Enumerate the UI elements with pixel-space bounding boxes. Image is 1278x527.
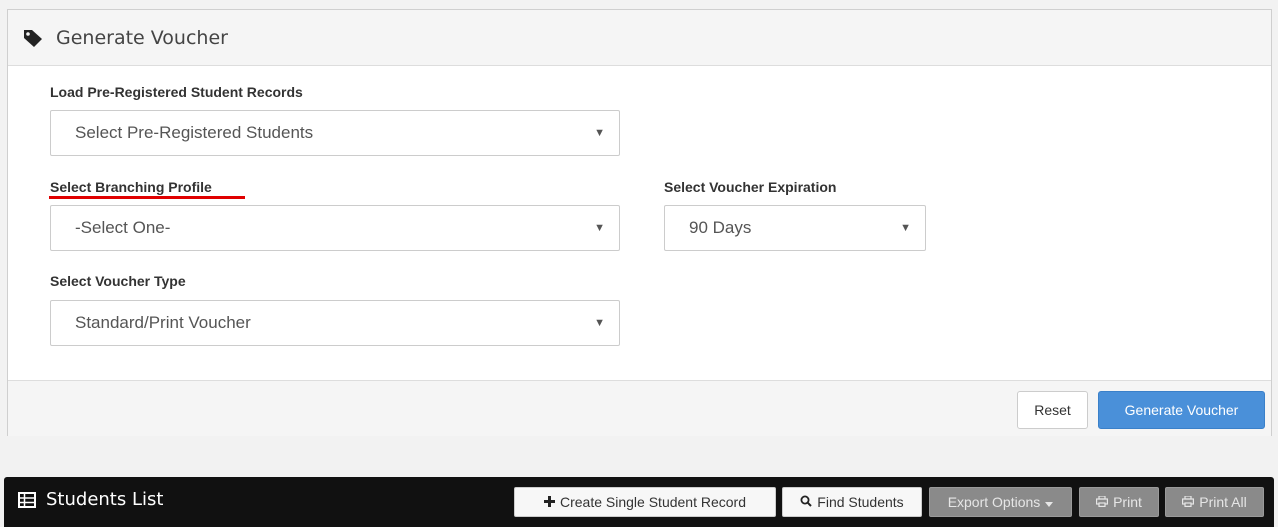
voucher-type-select[interactable]: Standard/Print Voucher ▼ <box>50 300 620 346</box>
panel-heading: Generate Voucher <box>8 10 1271 66</box>
create-student-button[interactable]: Create Single Student Record <box>514 487 776 517</box>
highlight-underline <box>49 196 245 199</box>
pre-registered-select[interactable]: Select Pre-Registered Students ▼ <box>50 110 620 156</box>
chevron-down-icon: ▼ <box>594 222 605 234</box>
panel-title: Generate Voucher <box>56 26 228 49</box>
print-label: Print <box>1113 494 1142 510</box>
voucher-type-value: Standard/Print Voucher <box>75 313 251 332</box>
pre-registered-label: Load Pre-Registered Student Records <box>50 84 303 100</box>
generate-voucher-button[interactable]: Generate Voucher <box>1098 391 1265 429</box>
plus-icon <box>544 494 555 510</box>
print-icon <box>1096 494 1109 510</box>
branching-profile-select[interactable]: -Select One- ▼ <box>50 205 620 251</box>
voucher-expiration-label: Select Voucher Expiration <box>664 179 837 195</box>
generate-voucher-panel: Generate Voucher Load Pre-Registered Stu… <box>7 9 1272 436</box>
table-icon <box>18 491 36 508</box>
print-icon <box>1182 494 1195 510</box>
export-options-label: Export Options <box>947 494 1041 510</box>
print-all-label: Print All <box>1199 494 1247 510</box>
students-list-heading: Students List <box>18 489 163 510</box>
print-all-button[interactable]: Print All <box>1165 487 1264 517</box>
chevron-down-icon: ▼ <box>594 317 605 329</box>
print-button[interactable]: Print <box>1079 487 1159 517</box>
pre-registered-value: Select Pre-Registered Students <box>75 123 314 142</box>
voucher-expiration-select[interactable]: 90 Days ▼ <box>664 205 926 251</box>
branching-profile-label: Select Branching Profile <box>50 179 212 195</box>
voucher-expiration-value: 90 Days <box>689 218 752 237</box>
search-icon <box>800 494 813 510</box>
branching-profile-value: -Select One- <box>75 218 171 237</box>
reset-button[interactable]: Reset <box>1017 391 1088 429</box>
find-students-label: Find Students <box>817 494 904 510</box>
create-student-label: Create Single Student Record <box>560 494 746 510</box>
export-options-button[interactable]: Export Options <box>929 487 1072 517</box>
tag-icon <box>22 27 44 49</box>
panel-footer: Reset Generate Voucher <box>8 380 1271 436</box>
students-list-title: Students List <box>46 489 164 510</box>
caret-down-icon <box>1045 494 1054 510</box>
chevron-down-icon: ▼ <box>900 222 911 234</box>
find-students-button[interactable]: Find Students <box>782 487 922 517</box>
chevron-down-icon: ▼ <box>594 127 605 139</box>
page: Generate Voucher Load Pre-Registered Stu… <box>0 0 1278 527</box>
students-list-bar: Students List Create Single Student Reco… <box>4 477 1274 527</box>
voucher-type-label: Select Voucher Type <box>50 273 186 289</box>
